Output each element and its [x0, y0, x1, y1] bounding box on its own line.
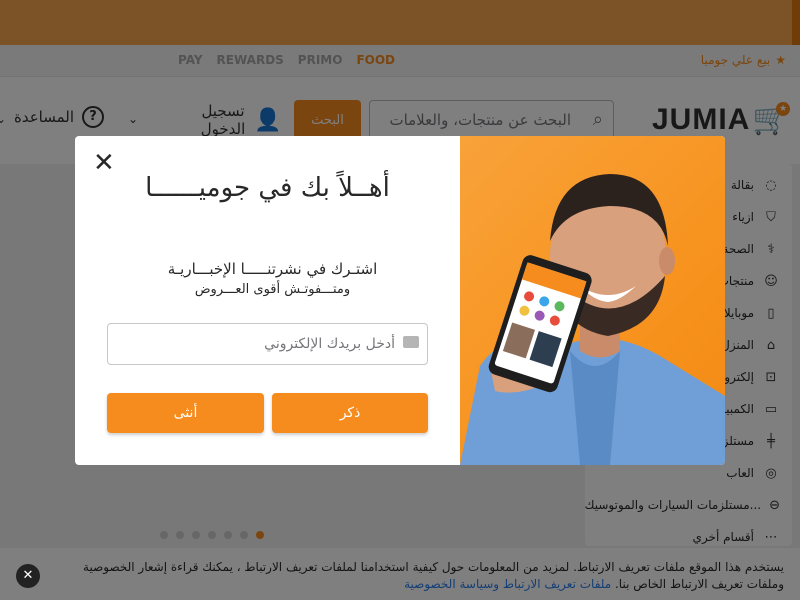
email-placeholder: أدخل بريدك الإلكتروني: [264, 336, 395, 352]
modal-subtitle-secondary: ومتـــفوتـش أقوى العـــروض: [194, 282, 351, 297]
newsletter-modal: ✕ أهــلاً بك في جوميــــــا اشتـرك في نش…: [75, 136, 725, 465]
male-button[interactable]: ذكر: [272, 393, 428, 433]
close-icon[interactable]: ✕: [93, 150, 115, 176]
modal-content: ✕ أهــلاً بك في جوميــــــا اشتـرك في نش…: [75, 136, 460, 465]
modal-title: أهــلاً بك في جوميــــــا: [145, 173, 390, 203]
modal-subtitle: اشتـرك في نشرتنـــــا الإخبـــاريـة: [167, 260, 378, 278]
man-with-phone-image: [460, 174, 725, 465]
cookie-close-button[interactable]: ✕: [16, 564, 40, 588]
mail-icon: [403, 336, 419, 348]
email-field[interactable]: أدخل بريدك الإلكتروني: [107, 323, 428, 365]
female-button[interactable]: أنثى: [107, 393, 264, 433]
modal-promo-image: [460, 136, 725, 465]
